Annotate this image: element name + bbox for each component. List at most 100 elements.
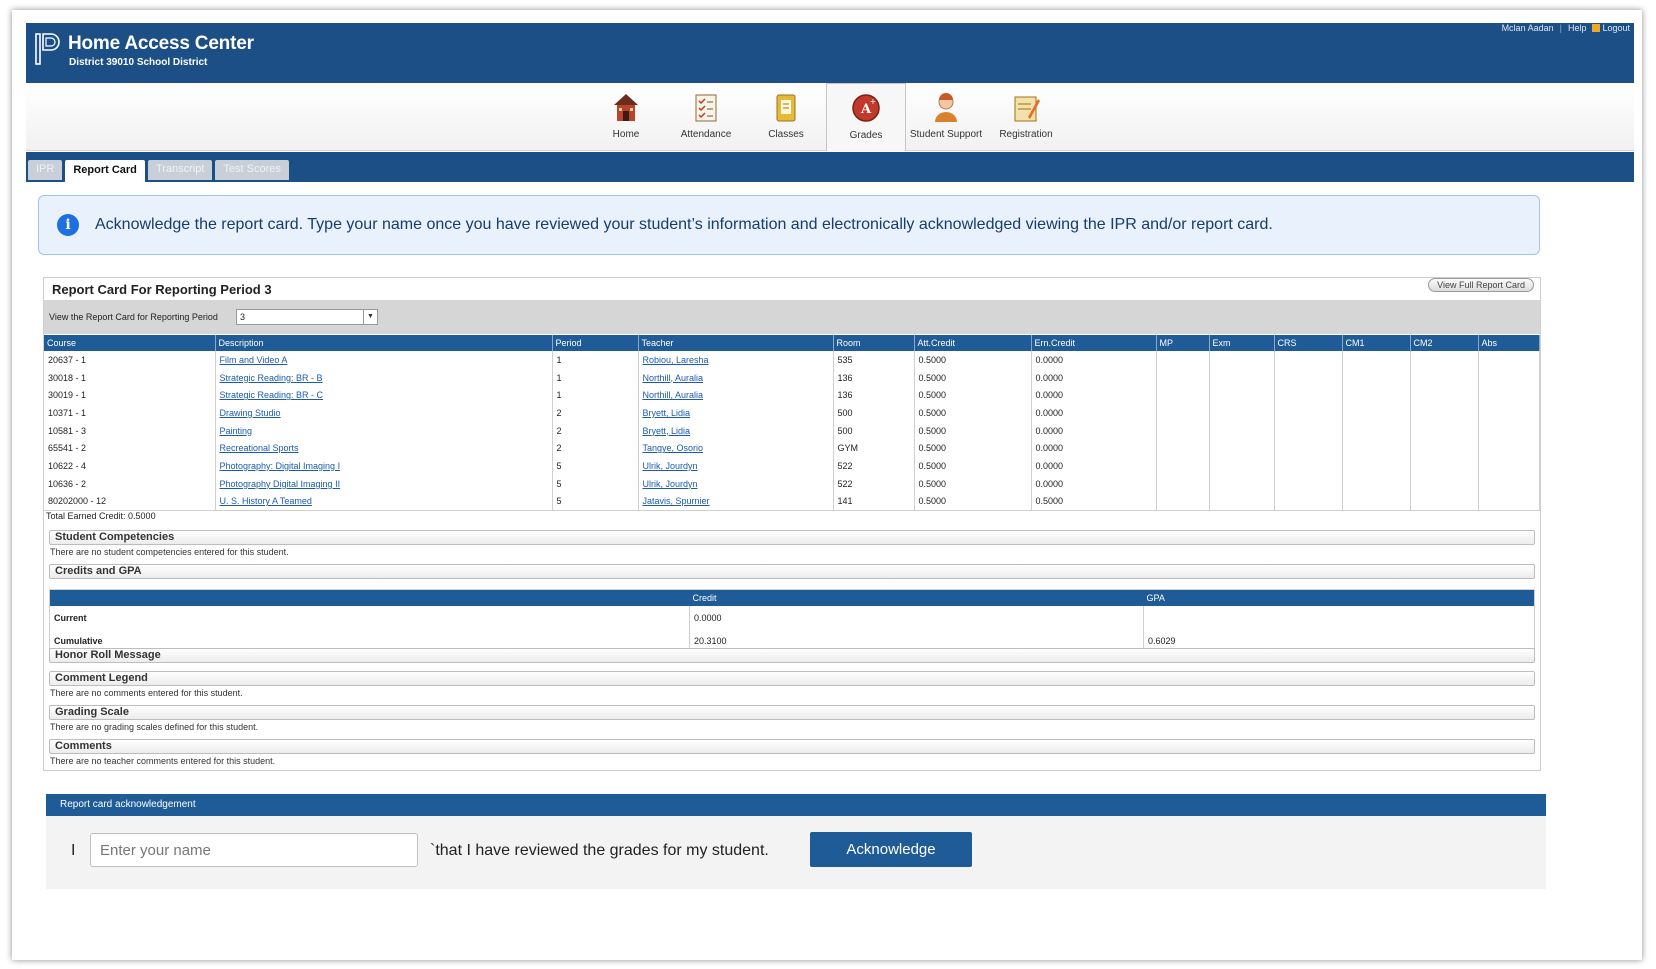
tab-transcript[interactable]: Transcript [147, 160, 213, 180]
tab-ipr[interactable]: IPR [28, 160, 63, 180]
grading-scale-header[interactable]: Grading Scale [49, 705, 1535, 720]
course-code: 65541 - 2 [44, 439, 216, 458]
table-cell [1410, 492, 1479, 511]
student-competencies-header[interactable]: Student Competencies [49, 530, 1535, 545]
course-code: 30018 - 1 [44, 368, 216, 387]
nav-label: Classes [768, 129, 804, 140]
table-cell: Strategic Reading: BR - B [215, 368, 553, 387]
credits-gpa-header[interactable]: Credits and GPA [49, 564, 1535, 579]
column-header[interactable]: Period [552, 335, 639, 351]
teacher-link[interactable]: Ulrik, Jourdyn [643, 461, 698, 471]
tab-test-scores[interactable]: Test Scores [215, 160, 289, 180]
name-input[interactable] [90, 833, 418, 867]
honor-roll-header[interactable]: Honor Roll Message [49, 648, 1535, 663]
period-value: 3 [240, 312, 246, 322]
table-cell [1274, 421, 1343, 440]
course-table-body: 20637 - 1 Film and Video A 1 Robiou, Laresh… [44, 351, 1540, 511]
earned-credit: 0.0000 [1031, 474, 1157, 493]
course-description-link[interactable]: Photography Digital Imaging II [220, 479, 341, 489]
nav-label: Attendance [680, 129, 732, 140]
student-support-icon [935, 93, 957, 122]
course-table: Course Description Period Teacher Room A… [44, 335, 1540, 511]
view-full-report-card-button[interactable]: View Full Report Card [1428, 278, 1534, 292]
earned-credit: 0.0000 [1031, 351, 1157, 369]
tab-report-card[interactable]: Report Card [65, 160, 145, 182]
column-header[interactable]: CRS [1274, 335, 1343, 351]
nav-classes[interactable]: Classes [746, 83, 826, 151]
attempted-credit: 0.5000 [914, 421, 1032, 440]
tabs: IPR Report Card Transcript Test Scores [28, 160, 289, 182]
period: 1 [552, 351, 639, 369]
table-cell: U. S. History A Teamed [215, 492, 553, 511]
column-header[interactable]: Teacher [638, 335, 834, 351]
teacher-link[interactable]: Tangye, Osorio [643, 443, 704, 453]
course-description-link[interactable]: Strategic Reading: BR - B [220, 373, 323, 383]
teacher-link[interactable]: Northill, Auralia [643, 390, 704, 400]
course-description-link[interactable]: Drawing Studio [220, 408, 281, 418]
course-description-link[interactable]: Film and Video A [220, 355, 288, 365]
period: 5 [552, 474, 639, 493]
acknowledgement-prefix: I [71, 842, 76, 859]
teacher-link[interactable]: Jatavis, Spurnier [643, 496, 710, 506]
teacher-link[interactable]: Ulrik, Jourdyn [643, 479, 698, 489]
table-cell [1342, 474, 1411, 493]
table-cell [1410, 404, 1479, 422]
column-header[interactable]: Ern.Credit [1031, 335, 1157, 351]
nav-student-support[interactable]: Student Support [906, 83, 986, 151]
teacher-link[interactable]: Northill, Auralia [643, 373, 704, 383]
column-header[interactable]: Description [215, 335, 553, 351]
room: 500 [833, 404, 915, 422]
period: 2 [552, 439, 639, 458]
logout-link[interactable]: Logout [1592, 23, 1630, 33]
course-description-link[interactable]: Painting [220, 426, 253, 436]
table-cell [1478, 421, 1540, 440]
help-link[interactable]: Help [1568, 23, 1587, 33]
table-cell [1478, 457, 1540, 475]
acknowledgement-text: `that I have reviewed the grades for my … [430, 842, 769, 859]
earned-credit: 0.0000 [1031, 421, 1157, 440]
table-cell: Film and Video A [215, 351, 553, 369]
course-description-link[interactable]: Recreational Sports [220, 443, 299, 453]
tab-bar: IPR Report Card Transcript Test Scores [26, 152, 1634, 182]
period: 5 [552, 457, 639, 475]
table-cell [1209, 368, 1275, 387]
table-cell [1478, 492, 1540, 511]
table-row: Current 0.0000 [49, 605, 1535, 630]
nav-home[interactable]: Home [586, 83, 666, 151]
room: 522 [833, 457, 915, 475]
table-cell: Photography Digital Imaging II [215, 474, 553, 493]
teacher-link[interactable]: Bryett, Lidia [643, 426, 691, 436]
teacher-link[interactable]: Bryett, Lidia [643, 408, 691, 418]
column-header[interactable]: Abs [1478, 335, 1540, 351]
chevron-down-icon[interactable]: ▼ [363, 310, 377, 324]
nav-registration[interactable]: Registration [986, 83, 1066, 151]
table-cell [1156, 351, 1210, 369]
table-cell [1342, 492, 1411, 511]
column-header[interactable]: CM2 [1410, 335, 1479, 351]
period-select[interactable]: 3 ▼ [236, 309, 378, 325]
teacher-link[interactable]: Robiou, Laresha [643, 355, 709, 365]
course-description-link[interactable]: Photography: Digital Imaging I [220, 461, 341, 471]
comments-note: There are no teacher comments entered fo… [50, 756, 276, 766]
column-header: Credit [689, 589, 1144, 606]
column-header[interactable]: CM1 [1342, 335, 1411, 351]
attempted-credit: 0.5000 [914, 492, 1032, 511]
comments-header[interactable]: Comments [49, 739, 1535, 754]
course-description-link[interactable]: Strategic Reading: BR - C [220, 390, 324, 400]
column-header[interactable]: Att.Credit [914, 335, 1032, 351]
room: GYM [833, 439, 915, 458]
period-selector-row: View the Report Card for Reporting Perio… [44, 300, 1540, 334]
column-header[interactable]: Room [833, 335, 915, 351]
room: 136 [833, 386, 915, 405]
period: 2 [552, 421, 639, 440]
nav-grades[interactable]: A + Grades [826, 83, 906, 151]
acknowledge-button[interactable]: Acknowledge [810, 832, 972, 867]
column-header[interactable]: Exm [1209, 335, 1275, 351]
comment-legend-header[interactable]: Comment Legend [49, 671, 1535, 686]
course-description-link[interactable]: U. S. History A Teamed [220, 496, 312, 506]
column-header[interactable]: Course [44, 335, 216, 351]
table-cell [1410, 386, 1479, 405]
column-header[interactable]: MP [1156, 335, 1210, 351]
nav-attendance[interactable]: Attendance [666, 83, 746, 151]
acknowledgement-header: Report card acknowledgement [46, 794, 1546, 816]
